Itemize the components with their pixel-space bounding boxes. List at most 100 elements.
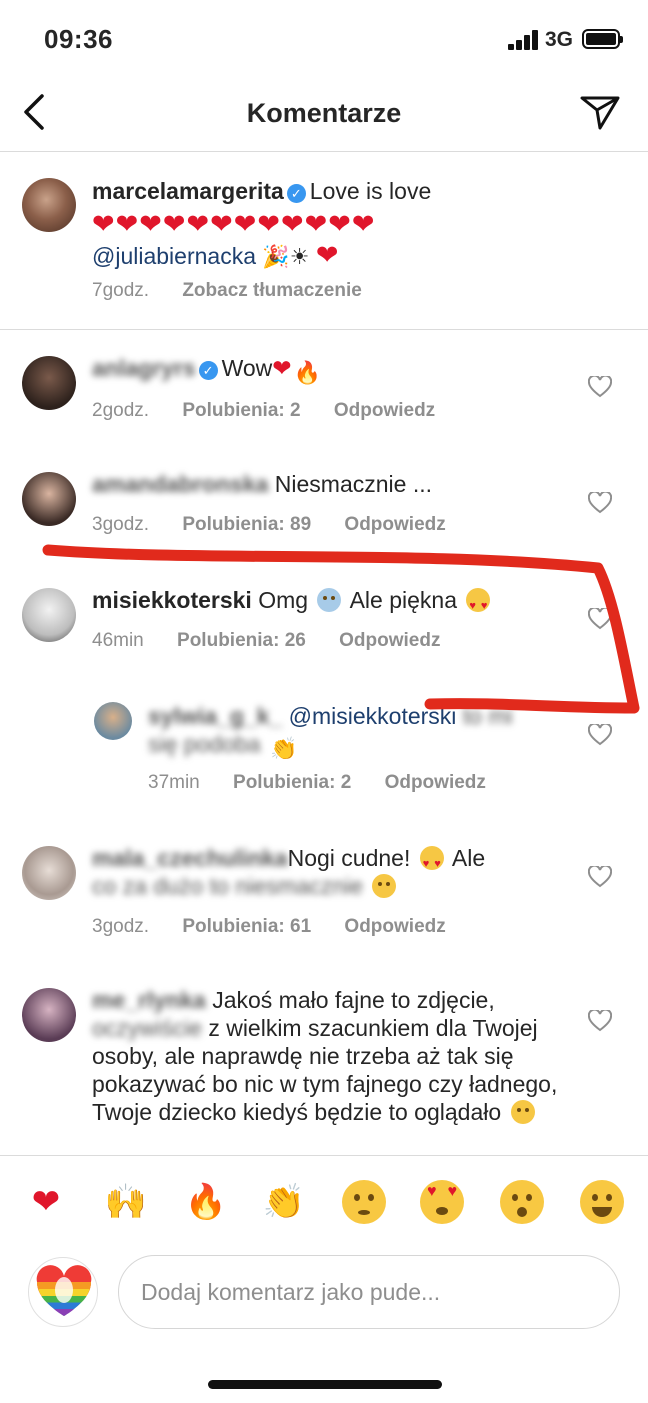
caption-username[interactable]: marcelamargerita [92,178,284,204]
like-heart-icon[interactable] [588,492,612,514]
like-heart-icon[interactable] [588,608,612,630]
page-title: Komentarze [246,98,402,128]
caption-meta: 7godz. Zobacz tłumaczenie [92,280,390,302]
comment-body: Jakoś mało fajne to zdjęcie, [212,987,495,1013]
network-type: 3G [545,28,574,51]
post-caption: marcelamargerita ✓ Love is love ❤❤❤❤❤❤❤❤❤❤… [0,152,648,330]
comment-body: Niesmacznie ... [274,471,433,497]
comment-meta: 37min Polubienia: 2 Odpowiedz [148,772,514,794]
verified-icon: ✓ [198,361,218,380]
comment-mention[interactable]: @misiekkoterski [289,703,457,729]
like-heart-icon[interactable] [588,866,612,888]
party-sun-emoji: 🎉☀ [262,244,310,269]
comment-body: to mi [462,703,513,729]
comment-likes[interactable]: Polubienia: 2 [182,400,300,421]
comment-body: Nogi cudne! [287,845,411,871]
like-heart-icon[interactable] [588,724,612,746]
fire-emoji: 🔥 [293,360,321,385]
avatar[interactable] [22,178,76,232]
send-icon[interactable] [578,92,622,132]
comment-username[interactable]: mala_czechulinka [92,845,288,871]
heart-emoji: ❤ [272,355,292,381]
avatar[interactable] [94,702,132,740]
scream-emoji [317,588,342,612]
reply-button[interactable]: Odpowiedz [334,400,435,421]
signal-icon [508,30,540,50]
comment-username[interactable]: sylwia_g_k_ [148,703,282,729]
caption-mention[interactable]: @juliabiernacka [92,243,256,269]
avatar[interactable] [22,356,76,410]
own-avatar[interactable] [28,1257,98,1327]
comment-time: 37min [148,772,200,793]
comment-body: oczywiście [92,1015,202,1041]
clap-emoji: 👏 [269,736,298,761]
fire-emoji-button[interactable]: 🔥 [184,1180,228,1224]
status-bar: 09:36 3G [0,0,648,78]
caption-body: Love is love [309,178,432,204]
comment-text: amandabronska Niesmacznie ... [92,470,562,498]
cry-emoji [510,1100,535,1124]
rainbow-heart-logo [36,1265,92,1316]
comment-text: misiekkoterski Omg Ale piękna [92,586,562,620]
sad-emoji-button[interactable] [342,1180,386,1224]
header: Komentarze [0,78,648,152]
surprised-emoji-button[interactable] [500,1180,544,1224]
unamused-emoji [372,874,397,898]
battery-icon [582,29,623,49]
status-time: 09:36 [44,24,113,54]
comment-username[interactable]: me_rlynka [92,987,206,1013]
comment-username[interactable]: amandabronska [92,471,268,497]
comment: me_rlynka Jakoś mało fajne to zdjęcie, o… [0,962,648,1155]
avatar[interactable] [22,472,76,526]
caption-time: 7godz. [92,280,150,301]
comment-time: 3godz. [92,916,150,937]
heart-emoji: ❤ [315,240,339,270]
comment-meta: 46min Polubienia: 26 Odpowiedz [92,630,468,652]
like-heart-icon[interactable] [588,1010,612,1032]
comment-meta: 3godz. Polubienia: 89 Odpowiedz [92,514,474,536]
emoji-quick-bar: ❤ 🙌 🔥 👏 [0,1155,648,1247]
clap-emoji-button[interactable]: 👏 [262,1180,306,1224]
comment-composer: Dodaj komentarz jako pude... [0,1247,648,1343]
comment-body: Ale [451,845,486,871]
heart-eyes-emoji [419,846,444,878]
comment-likes[interactable]: Polubienia: 61 [182,916,311,937]
verified-icon: ✓ [286,184,306,203]
comment-body: co za dużo to niesmacznie [92,873,364,899]
comment-text: mala_czechulinkaNogi cudne! Ale co za du… [92,844,562,900]
avatar[interactable] [22,988,76,1042]
comment-time: 46min [92,630,144,651]
comment-text: anlagryrs ✓ Wow❤🔥 [92,354,562,387]
comment-likes[interactable]: Polubienia: 2 [233,772,351,793]
comment-likes[interactable]: Polubienia: 89 [182,514,311,535]
home-indicator [208,1380,442,1389]
heart-emoji-button[interactable]: ❤ [24,1180,68,1224]
translate-link[interactable]: Zobacz tłumaczenie [182,280,362,301]
comment-input[interactable]: Dodaj komentarz jako pude... [118,1255,620,1329]
comment-likes[interactable]: Polubienia: 26 [177,630,306,651]
caption-text: marcelamargerita ✓ Love is love ❤❤❤❤❤❤❤❤❤❤… [92,176,612,272]
avatar[interactable] [22,846,76,900]
comment-body: się podoba [148,731,261,757]
comment-text: me_rlynka Jakoś mało fajne to zdjęcie, o… [92,986,562,1126]
reply-button[interactable]: Odpowiedz [344,514,445,535]
comment-text: sylwia_g_k_ @misiekkoterski to mi się po… [148,702,548,763]
comment-time: 3godz. [92,514,150,535]
comment-meta: 3godz. Polubienia: 61 Odpowiedz [92,916,474,938]
comment-body: Ale piękna [349,587,457,613]
comment-username[interactable]: misiekkoterski [92,587,252,613]
reply-button[interactable]: Odpowiedz [385,772,486,793]
like-heart-icon[interactable] [588,376,612,398]
reply-button[interactable]: Odpowiedz [339,630,440,651]
raised-hands-emoji-button[interactable]: 🙌 [104,1180,148,1224]
heart-eyes-emoji [466,588,491,620]
comment-time: 2godz. [92,400,150,421]
comment-body: Omg [258,587,309,613]
avatar[interactable] [22,588,76,642]
comment-username[interactable]: anlagryrs [92,355,196,381]
comment-body: Wow [221,355,273,381]
joy-emoji-button[interactable] [580,1180,624,1224]
comment-meta: 2godz. Polubienia: 2 Odpowiedz [92,400,463,422]
reply-button[interactable]: Odpowiedz [344,916,445,937]
heart-eyes-emoji-button[interactable] [420,1180,464,1224]
